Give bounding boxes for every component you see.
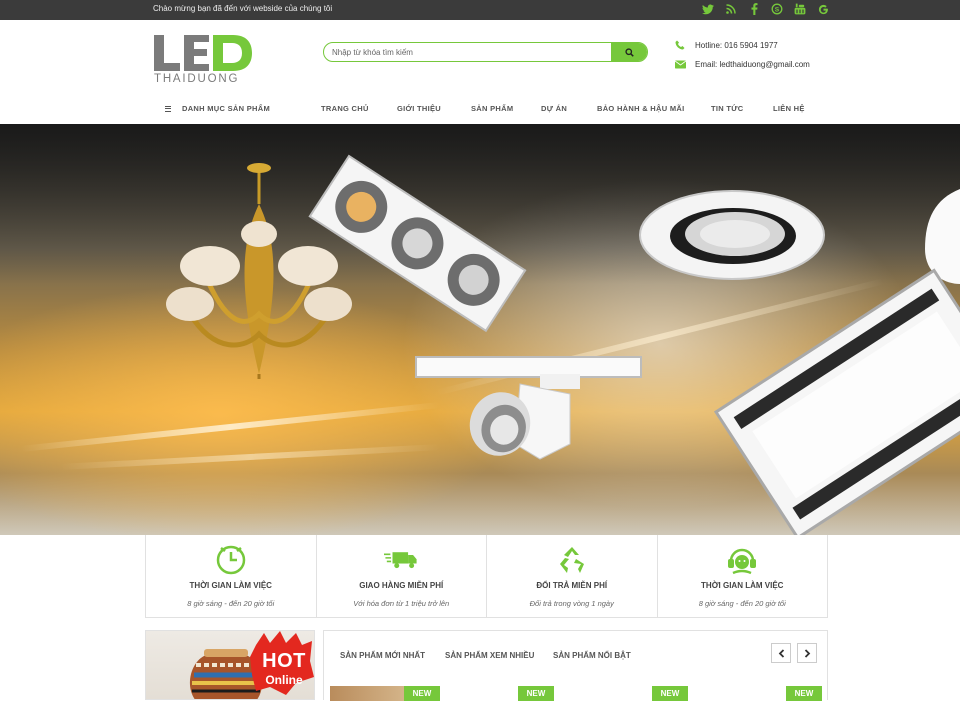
track-light-image	[415, 356, 642, 460]
category-menu-label: DANH MỤC SẢN PHẨM	[182, 104, 271, 113]
hot-online-banner[interactable]: HOT Online	[145, 630, 315, 700]
svg-text:S: S	[775, 6, 780, 13]
search-icon	[624, 47, 634, 57]
grille-panel-light-image	[713, 268, 960, 535]
pendant-image	[925, 189, 960, 284]
google-icon[interactable]	[816, 2, 830, 16]
welcome-text: Chào mừng bạn đã đến với webside của chú…	[153, 4, 333, 13]
nav-item-contact[interactable]: LIÊN HỆ	[773, 104, 805, 113]
email-text[interactable]: Email: ledthaiduong@gmail.com	[695, 60, 810, 69]
product-lights-image	[166, 154, 960, 535]
feature-desc: 8 giờ sáng - đến 20 giờ tối	[187, 599, 275, 608]
main-nav: DANH MỤC SẢN PHẨM TRANG CHỦ GIỚI THIỆU S…	[0, 96, 960, 122]
feature-free-returns: ĐỔI TRẢ MIỄN PHÍ Đổi trả trong vòng 1 ng…	[487, 535, 658, 617]
feature-free-shipping: GIAO HÀNG MIỄN PHÍ Với hóa đơn từ 1 triệ…	[317, 535, 487, 617]
facebook-icon[interactable]	[747, 2, 761, 16]
search-box	[323, 42, 648, 62]
feature-working-hours: THỜI GIAN LÀM VIỆC 8 giờ sáng - đến 20 g…	[146, 535, 317, 617]
nav-item-warranty[interactable]: BẢO HÀNH & HẬU MÃI	[597, 104, 684, 113]
logo-subtitle: THAIDUONG	[154, 73, 239, 83]
new-badge: NEW	[652, 686, 688, 701]
features-row: THỜI GIAN LÀM VIỆC 8 giờ sáng - đến 20 g…	[145, 535, 828, 618]
new-badge: NEW	[518, 686, 554, 701]
next-button[interactable]	[797, 643, 817, 663]
feature-desc: Với hóa đơn từ 1 triệu trở lên	[353, 599, 450, 608]
nav-item-news[interactable]: TIN TỨC	[711, 104, 744, 113]
headset-support-icon	[725, 545, 759, 575]
delivery-truck-icon	[384, 545, 418, 575]
feature-desc: Đổi trả trong vòng 1 ngày	[529, 599, 614, 608]
email: Email: ledthaiduong@gmail.com	[674, 58, 810, 70]
feature-title: THỜI GIAN LÀM VIỆC	[189, 581, 272, 590]
tab-most-viewed-products[interactable]: SẢN PHẨM XEM NHIỀU	[445, 651, 534, 660]
feature-support: THỜI GIAN LÀM VIỆC 8 giờ sáng - đến 20 g…	[658, 535, 828, 617]
youtube-icon[interactable]	[793, 2, 807, 16]
chevron-right-icon	[804, 648, 810, 658]
search-input[interactable]	[324, 43, 612, 61]
nav-item-home[interactable]: TRANG CHỦ	[321, 104, 369, 113]
hot-text: HOT	[262, 650, 306, 672]
search-button[interactable]	[611, 43, 647, 61]
site-logo[interactable]: THAIDUONG	[153, 33, 271, 85]
rss-icon[interactable]	[724, 2, 738, 16]
twitter-icon[interactable]	[701, 2, 715, 16]
product-tabs-panel: SẢN PHẨM MỚI NHẤT SẢN PHẨM XEM NHIỀU SẢN…	[323, 630, 828, 701]
social-links: S	[701, 2, 830, 16]
tab-featured-products[interactable]: SẢN PHẨM NỔI BẬT	[553, 651, 631, 660]
nav-item-projects[interactable]: DỰ ÁN	[541, 104, 567, 113]
chevron-left-icon	[778, 648, 784, 658]
recycle-icon	[555, 545, 589, 575]
feature-title: THỜI GIAN LÀM VIỆC	[701, 581, 784, 590]
hotline-text: Hotline: 016 5904 1977	[695, 40, 778, 50]
online-text: Online	[265, 673, 303, 687]
downlight-image	[639, 190, 825, 280]
envelope-icon	[674, 58, 686, 70]
hero-banner[interactable]	[0, 124, 960, 535]
top-bar: Chào mừng bạn đã đến với webside của chú…	[0, 0, 960, 20]
feature-title: GIAO HÀNG MIỄN PHÍ	[359, 581, 444, 590]
feature-title: ĐỔI TRẢ MIỄN PHÍ	[536, 581, 608, 590]
hotline: Hotline: 016 5904 1977	[674, 39, 778, 51]
phone-icon	[674, 39, 686, 51]
new-badge: NEW	[404, 686, 440, 701]
product-thumbnail[interactable]	[330, 686, 405, 701]
new-badge: NEW	[786, 686, 822, 701]
hamburger-icon	[165, 104, 171, 113]
category-menu[interactable]: DANH MỤC SẢN PHẨM	[165, 104, 270, 113]
skype-icon[interactable]: S	[770, 2, 784, 16]
clock-icon	[214, 545, 248, 575]
nav-item-about[interactable]: GIỚI THIỆU	[397, 104, 441, 113]
nav-item-products[interactable]: SẢN PHẨM	[471, 104, 513, 113]
prev-button[interactable]	[771, 643, 791, 663]
tab-newest-products[interactable]: SẢN PHẨM MỚI NHẤT	[340, 651, 425, 660]
feature-desc: 8 giờ sáng - đến 20 giờ tối	[698, 599, 786, 608]
